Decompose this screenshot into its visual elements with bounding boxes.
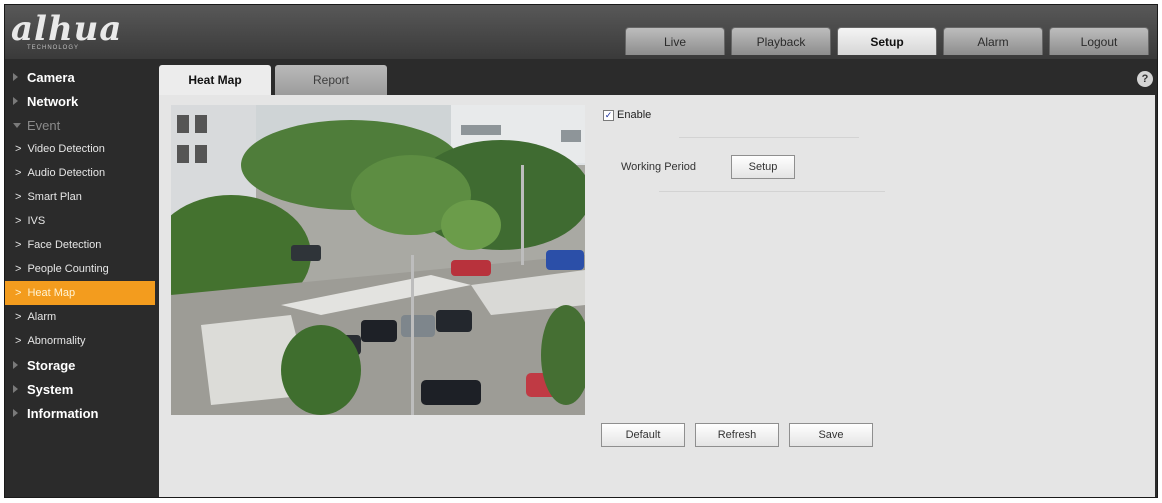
enable-label: Enable (617, 109, 652, 121)
camera-scene-image (171, 105, 585, 415)
default-button[interactable]: Default (601, 423, 685, 447)
sidebar-item-audio-detection[interactable]: > Audio Detection (5, 161, 155, 185)
sidebar-item-label: Heat Map (27, 287, 76, 299)
sidebar-group-label: Network (27, 93, 79, 109)
sidebar-item-abnormality[interactable]: > Abnormality (5, 329, 155, 353)
working-period-setup-button[interactable]: Setup (731, 155, 795, 179)
sidebar-item-label: Smart Plan (27, 191, 82, 203)
caret-right-icon (13, 409, 18, 417)
divider (659, 191, 885, 192)
enable-checkbox[interactable]: ✓ (603, 109, 614, 121)
sidebar-item-video-detection[interactable]: > Video Detection (5, 137, 155, 161)
sidebar-item-label: IVS (27, 215, 46, 227)
sidebar-group-label: Event (27, 117, 61, 133)
sidebar-group-network[interactable]: Network (5, 89, 155, 113)
page-tabs: Heat Map Report (159, 65, 387, 95)
sidebar-group-event[interactable]: Event (5, 113, 155, 137)
nav-tab-logout[interactable]: Logout (1049, 27, 1149, 55)
brand-subtitle: TECHNOLOGY (27, 45, 80, 51)
sidebar-group-label: System (27, 381, 74, 397)
divider (679, 137, 859, 138)
chevron-right-icon: > (15, 215, 22, 227)
working-period-row: Working Period Setup (621, 155, 795, 179)
sidebar-group-label: Storage (27, 357, 76, 373)
nav-tab-playback[interactable]: Playback (731, 27, 831, 55)
sidebar-item-people-counting[interactable]: > People Counting (5, 257, 155, 281)
sidebar-item-label: Audio Detection (27, 167, 106, 179)
sidebar-item-face-detection[interactable]: > Face Detection (5, 233, 155, 257)
sidebar-group-system[interactable]: System (5, 377, 155, 401)
header-bar: alhua TECHNOLOGY Live Playback Setup Ala… (5, 5, 1157, 59)
help-icon[interactable]: ? (1137, 71, 1153, 87)
sidebar-item-label: Alarm (27, 311, 57, 323)
tab-heat-map[interactable]: Heat Map (159, 65, 271, 95)
sidebar-item-label: Abnormality (27, 335, 86, 347)
sidebar-group-information[interactable]: Information (5, 401, 155, 425)
caret-right-icon (13, 73, 18, 81)
enable-row: ✓ Enable (603, 109, 651, 121)
chevron-right-icon: > (15, 167, 22, 179)
sidebar-group-label: Camera (27, 69, 75, 85)
chevron-right-icon: > (15, 311, 22, 323)
sidebar-group-camera[interactable]: Camera (5, 65, 155, 89)
action-buttons: Default Refresh Save (601, 423, 873, 447)
chevron-right-icon: > (15, 239, 22, 251)
content-area: Heat Map Report ? ✓ Enable Working Perio… (159, 65, 1155, 497)
refresh-button[interactable]: Refresh (695, 423, 779, 447)
caret-right-icon (13, 97, 18, 105)
video-preview (171, 105, 585, 415)
caret-right-icon (13, 361, 18, 369)
sidebar-item-label: People Counting (27, 263, 109, 275)
sidebar-group-label: Information (27, 405, 99, 421)
sidebar-item-alarm[interactable]: > Alarm (5, 305, 155, 329)
chevron-right-icon: > (15, 143, 22, 155)
working-period-label: Working Period (621, 161, 696, 173)
tab-report[interactable]: Report (275, 65, 387, 95)
app-window: alhua TECHNOLOGY Live Playback Setup Ala… (4, 4, 1158, 498)
chevron-right-icon: > (15, 335, 22, 347)
nav-tab-alarm[interactable]: Alarm (943, 27, 1043, 55)
caret-right-icon (13, 385, 18, 393)
top-navigation: Live Playback Setup Alarm Logout (625, 27, 1149, 55)
nav-tab-setup[interactable]: Setup (837, 27, 937, 55)
brand-logo: alhua (11, 9, 123, 49)
sidebar-item-label: Face Detection (27, 239, 102, 251)
sidebar-item-ivs[interactable]: > IVS (5, 209, 155, 233)
sidebar-item-heat-map[interactable]: > Heat Map (5, 281, 155, 305)
chevron-right-icon: > (15, 287, 22, 299)
chevron-right-icon: > (15, 191, 22, 203)
settings-panel: ✓ Enable Working Period Setup Default Re… (159, 95, 1155, 497)
nav-tab-live[interactable]: Live (625, 27, 725, 55)
sidebar-item-label: Video Detection (27, 143, 105, 155)
sidebar-item-smart-plan[interactable]: > Smart Plan (5, 185, 155, 209)
sidebar-menu: Camera Network Event > Video Detection >… (5, 65, 155, 495)
chevron-right-icon: > (15, 263, 22, 275)
caret-down-icon (13, 123, 21, 128)
save-button[interactable]: Save (789, 423, 873, 447)
sidebar-group-storage[interactable]: Storage (5, 353, 155, 377)
